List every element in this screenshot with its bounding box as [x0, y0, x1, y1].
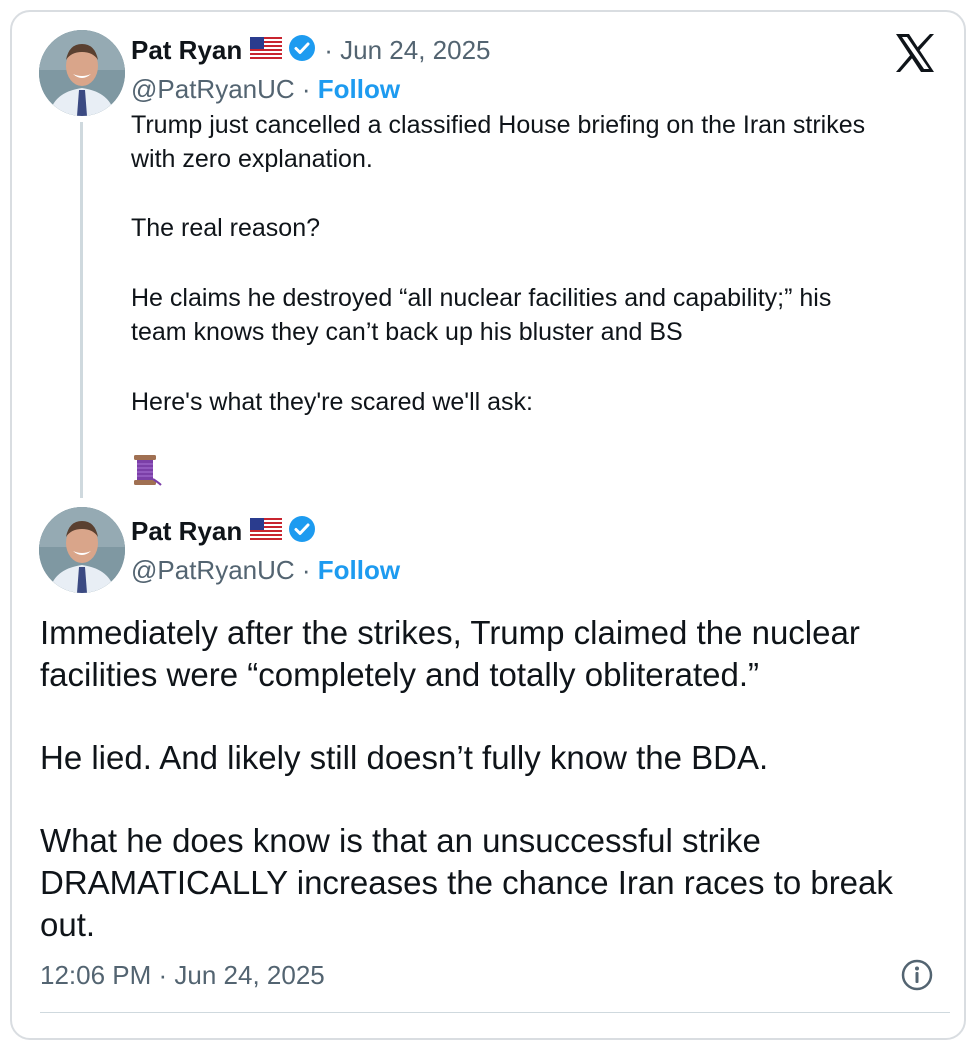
tweet-text-line: What he does know is that an unsuccessfu… — [40, 822, 761, 859]
handle-row: @PatRyanUC · Follow — [131, 555, 400, 586]
follow-button[interactable]: Follow — [318, 555, 400, 585]
tweet-text-line: out. — [40, 906, 96, 943]
author-row: Pat Ryan · Jun 24, 2025 — [131, 34, 491, 67]
tweet-text-line: Immediately after the strikes, Trump cla… — [40, 614, 860, 651]
divider — [40, 1012, 950, 1013]
thread-connector-line — [80, 122, 83, 498]
verified-badge-icon — [288, 34, 316, 67]
tweet-text-line: Trump just cancelled a classified House … — [131, 111, 866, 139]
tweet-text-line: DRAMATICALLY increases the chance Iran r… — [40, 864, 893, 901]
handle-row: @PatRyanUC · Follow — [131, 74, 400, 105]
tweet-text-line: Here's what they're scared we'll ask: — [131, 388, 533, 416]
author-handle[interactable]: @PatRyanUC · — [131, 555, 311, 585]
x-logo-icon[interactable] — [894, 33, 936, 78]
avatar[interactable] — [39, 507, 125, 593]
post-timestamp[interactable]: 12:06 PM · Jun 24, 2025 — [40, 960, 325, 991]
author-name[interactable]: Pat Ryan — [131, 516, 242, 547]
tweet-text-line: team knows they can’t back up his bluste… — [131, 318, 683, 346]
avatar[interactable] — [39, 30, 125, 116]
post-date[interactable]: · Jun 24, 2025 — [324, 35, 490, 66]
spool-of-thread-emoji — [131, 453, 163, 492]
info-icon[interactable] — [900, 958, 934, 997]
tweet-text-line: facilities were “completely and totally … — [40, 656, 759, 693]
tweet-text-line: The real reason? — [131, 214, 321, 242]
follow-button[interactable]: Follow — [318, 74, 400, 104]
us-flag-icon — [250, 518, 283, 545]
author-handle[interactable]: @PatRyanUC · — [131, 74, 311, 104]
us-flag-icon — [250, 37, 283, 64]
author-name[interactable]: Pat Ryan — [131, 35, 242, 66]
tweet-text-line: with zero explanation. — [131, 145, 373, 173]
tweet-text-line: He claims he destroyed “all nuclear faci… — [131, 284, 832, 312]
tweet-text-line: He lied. And likely still doesn’t fully … — [40, 739, 769, 776]
verified-badge-icon — [288, 515, 316, 548]
author-row: Pat Ryan — [131, 515, 316, 548]
